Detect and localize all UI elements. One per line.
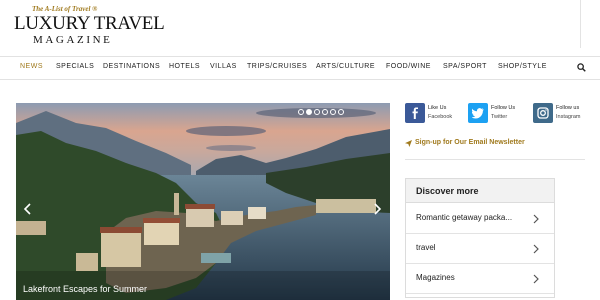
nav-item-specials[interactable]: SPECIALS [56, 63, 94, 70]
discover-more-panel: Discover more Romantic getaway packa... … [405, 178, 555, 298]
nav-item-trips-cruises[interactable]: TRIPS/CRUISES [247, 63, 307, 70]
discover-title: Discover more [416, 186, 479, 196]
discover-item-label: travel [416, 243, 436, 252]
newsletter-signup-link[interactable]: Sign-up for Our Email Newsletter [415, 139, 525, 146]
slider-dot[interactable] [314, 109, 320, 115]
social-twitter-line2: Twitter [491, 114, 508, 120]
discover-item-label: Romantic getaway packa... [416, 213, 513, 222]
header-divider [580, 0, 581, 48]
instagram-icon [533, 103, 553, 123]
site-logo[interactable]: The A-List of Travel ® LUXURY TRAVEL MAG… [14, 5, 165, 47]
discover-header: Discover more [406, 179, 554, 203]
nav-item-destinations[interactable]: DESTINATIONS [103, 63, 160, 70]
nav-item-news[interactable]: NEWS [20, 63, 43, 70]
search-icon[interactable] [577, 63, 586, 72]
social-facebook-line2: Facebook [428, 114, 453, 120]
nav-item-food-wine[interactable]: FOOD/WINE [386, 63, 431, 70]
chevron-right-icon [533, 244, 539, 254]
nav-item-spa-sport[interactable]: SPA/SPORT [443, 63, 487, 70]
slider-dot[interactable] [322, 109, 328, 115]
discover-item[interactable]: travel [406, 234, 554, 264]
hero-slider[interactable]: Lakefront Escapes for Summer [16, 103, 390, 300]
twitter-icon [468, 103, 488, 123]
nav-item-villas[interactable]: VILLAS [210, 63, 237, 70]
facebook-icon [405, 103, 425, 123]
nav-item-shop-style[interactable]: SHOP/STYLE [498, 63, 547, 70]
social-facebook-line1: Like Us [428, 105, 447, 111]
social-twitter-line1: Follow Us [491, 105, 516, 111]
sidebar-divider [405, 159, 585, 160]
slider-dot[interactable] [338, 109, 344, 115]
slider-dot-active[interactable] [306, 109, 312, 115]
discover-item[interactable]: Magazines [406, 264, 554, 294]
logo-tagline: The A-List of Travel ® [32, 5, 98, 13]
hero-image [16, 103, 390, 300]
social-instagram-line2: Instagram [556, 114, 581, 120]
chevron-right-icon[interactable] [372, 203, 382, 215]
nav-item-arts-culture[interactable]: ARTS/CULTURE [316, 63, 375, 70]
logo-subtitle: MAGAZINE [33, 34, 113, 46]
slider-dot[interactable] [298, 109, 304, 115]
discover-item-label: Magazines [416, 273, 455, 282]
hero-caption[interactable]: Lakefront Escapes for Summer [23, 284, 147, 294]
discover-item[interactable]: Romantic getaway packa... [406, 204, 554, 234]
main-nav: NEWS SPECIALS DESTINATIONS HOTELS VILLAS… [0, 56, 600, 80]
chevron-right-icon [533, 214, 539, 224]
nav-item-hotels[interactable]: HOTELS [169, 63, 200, 70]
social-instagram-line1: Follow us [556, 105, 580, 111]
site-header: The A-List of Travel ® LUXURY TRAVEL MAG… [0, 0, 600, 52]
paper-plane-icon [405, 140, 412, 147]
chevron-left-icon[interactable] [23, 203, 33, 215]
slider-dot[interactable] [330, 109, 336, 115]
logo-title: LUXURY TRAVEL [14, 13, 165, 34]
chevron-right-icon [533, 274, 539, 284]
